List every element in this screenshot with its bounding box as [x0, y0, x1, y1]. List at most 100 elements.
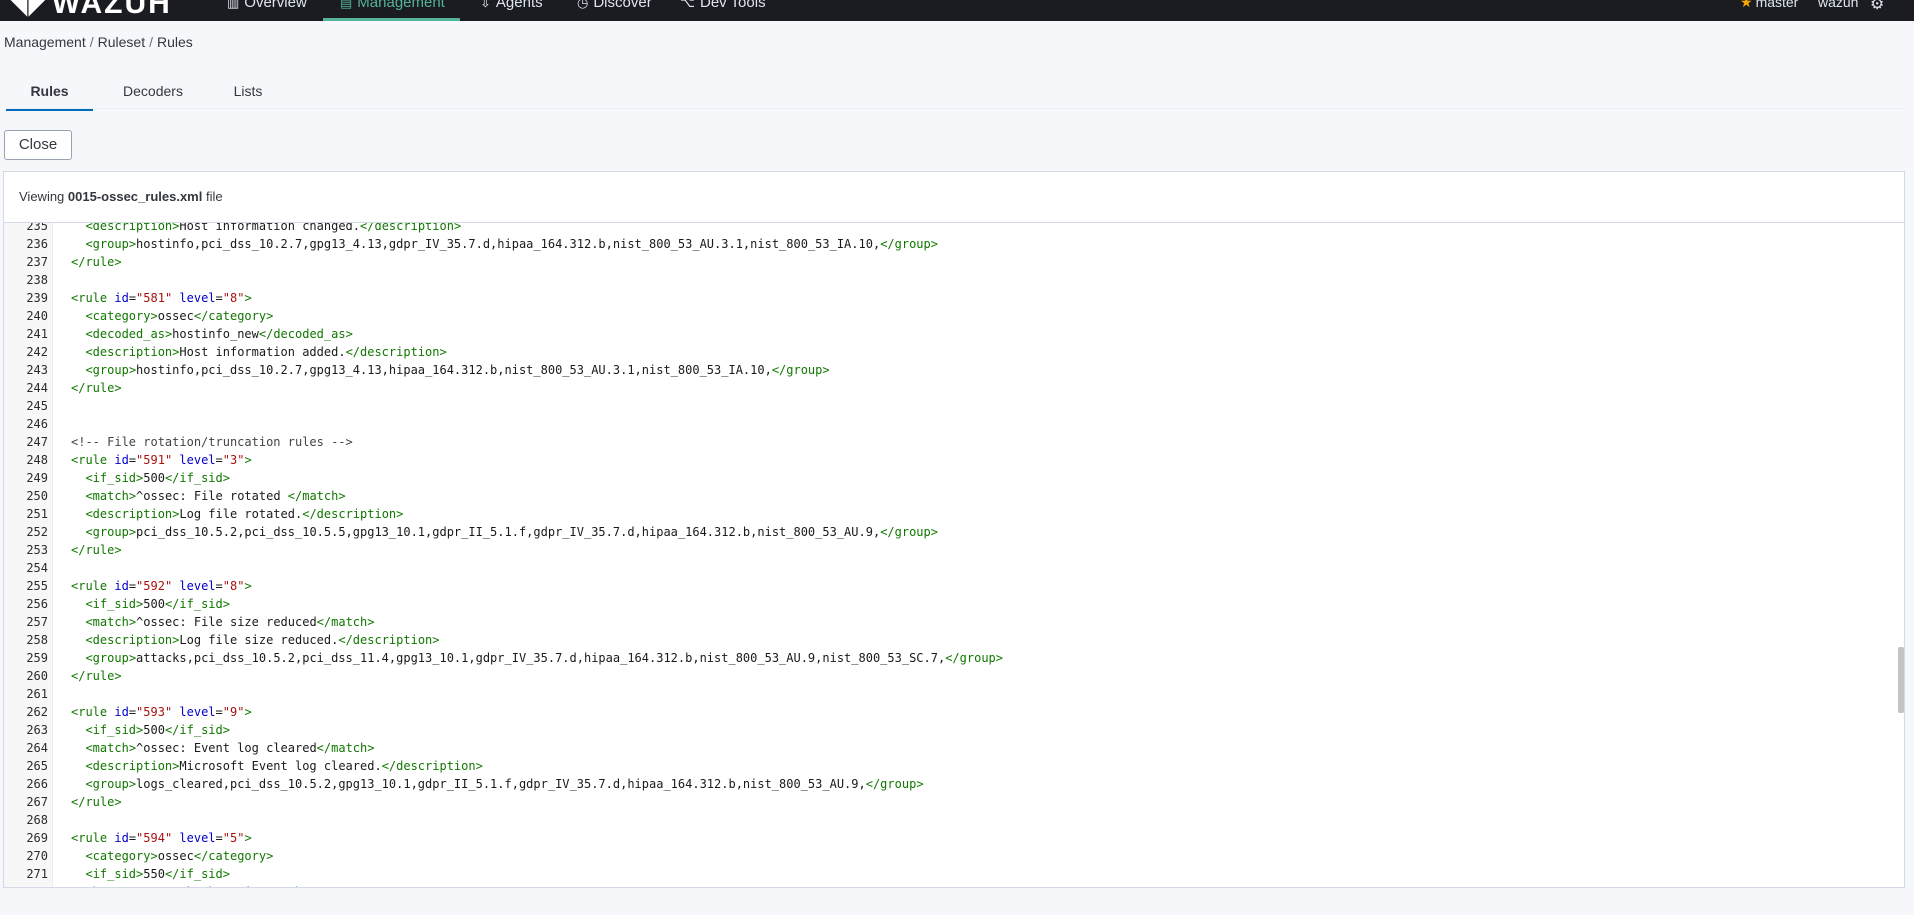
- code-text: <match>^ossec: Event log cleared</match>: [85, 741, 375, 755]
- code-text: <hostname>syscheck-registry</hostname>: [71, 883, 360, 887]
- code-line: 271 <if_sid>550</if_sid>: [4, 865, 1884, 883]
- line-number: 267: [26, 795, 48, 809]
- code-line: 249 <if_sid>500</if_sid>: [4, 469, 1884, 487]
- editor-scrollbar[interactable]: [1894, 223, 1904, 887]
- settings-icon[interactable]: ⚙: [1870, 0, 1884, 14]
- nav-item-management[interactable]: ▤ Management: [323, 0, 460, 21]
- code-line: 258 <description>Log file size reduced.<…: [4, 631, 1884, 649]
- line-number: 246: [26, 417, 48, 431]
- code-line: 241 <decoded_as>hostinfo_new</decoded_as…: [4, 325, 1884, 343]
- line-number: 265: [26, 759, 48, 773]
- file-viewer-header: Viewing 0015-ossec_rules.xml file: [4, 172, 1904, 223]
- code-lines: 235 <description>Host information change…: [4, 223, 1884, 887]
- code-line: 238: [4, 271, 1884, 289]
- code-text: <description>Log file size reduced.</des…: [85, 633, 440, 647]
- line-number: 255: [26, 579, 48, 593]
- line-number: 252: [26, 525, 48, 539]
- line-number: 261: [26, 687, 48, 701]
- code-line: 270 <category>ossec</category>: [4, 847, 1884, 865]
- top-navigation-bar: ◥◤ WAZUH ▥ Overview ▤ Management ⇩ Agents ◷ D…: [0, 0, 1914, 21]
- line-number: 258: [26, 633, 48, 647]
- code-line: 237 </rule>: [4, 253, 1884, 271]
- line-number: 270: [26, 849, 48, 863]
- code-line: 256 <if_sid>500</if_sid>: [4, 595, 1884, 613]
- code-line: 261: [4, 685, 1884, 703]
- code-line: 246: [4, 415, 1884, 433]
- nav-item-discover[interactable]: ◷ Discover: [577, 0, 652, 21]
- code-text: <group>hostinfo,pci_dss_10.2.7,gpg13_4.1…: [85, 363, 830, 377]
- breadcrumb-management[interactable]: Management: [4, 34, 86, 50]
- code-line: 254: [4, 559, 1884, 577]
- code-text: <description>Host information changed.</…: [85, 223, 462, 233]
- code-line: 267 </rule>: [4, 793, 1884, 811]
- file-viewer-panel: Viewing 0015-ossec_rules.xml file 235 <d…: [3, 171, 1905, 888]
- code-line: 243 <group>hostinfo,pci_dss_10.2.7,gpg13…: [4, 361, 1884, 379]
- nav-item-dev-tools[interactable]: ⌥ Dev Tools: [680, 0, 766, 21]
- app-logo[interactable]: ◥◤ WAZUH: [10, 0, 172, 21]
- code-line: 269 <rule id="594" level="5">: [4, 829, 1884, 847]
- code-line: 253 </rule>: [4, 541, 1884, 559]
- tabs-divider: [6, 108, 1906, 109]
- code-text: <group>logs_cleared,pci_dss_10.5.2,gpg13…: [85, 777, 924, 791]
- code-line: 245: [4, 397, 1884, 415]
- line-number: 260: [26, 669, 48, 683]
- line-number: 245: [26, 399, 48, 413]
- breadcrumb-ruleset[interactable]: Ruleset: [98, 34, 145, 50]
- code-text: </rule>: [71, 795, 122, 809]
- tab-rules[interactable]: Rules: [6, 77, 93, 111]
- line-number: 264: [26, 741, 48, 755]
- line-number: 242: [26, 345, 48, 359]
- dashboard-icon: ▥: [227, 0, 240, 10]
- nav-item-overview[interactable]: ▥ Overview: [227, 0, 307, 21]
- line-number: 237: [26, 255, 48, 269]
- breadcrumb-rules: Rules: [156, 34, 193, 50]
- dev-tools-icon: ⌥: [680, 0, 695, 10]
- line-number: 251: [26, 507, 48, 521]
- code-line: 250 <match>^ossec: File rotated </match>: [4, 487, 1884, 505]
- line-number: 247: [26, 435, 48, 449]
- nav-item-agents[interactable]: ⇩ Agents: [480, 0, 543, 21]
- line-number: 241: [26, 327, 48, 341]
- code-text: <decoded_as>hostinfo_new</decoded_as>: [85, 327, 353, 341]
- code-text: <match>^ossec: File rotated </match>: [85, 489, 346, 503]
- editor-scrollbar-thumb[interactable]: [1898, 647, 1904, 713]
- api-selector[interactable]: ★ master: [1740, 0, 1798, 11]
- agents-icon: ⇩: [480, 0, 491, 10]
- code-text: <rule id="593" level="9">: [71, 705, 252, 719]
- compass-icon: ◷: [577, 0, 589, 10]
- line-number: 257: [26, 615, 48, 629]
- code-line: 242 <description>Host information added.…: [4, 343, 1884, 361]
- code-line: 262 <rule id="593" level="9">: [4, 703, 1884, 721]
- code-text: <group>hostinfo,pci_dss_10.2.7,gpg13_4.1…: [85, 237, 938, 251]
- breadcrumb-separator: /: [149, 34, 153, 50]
- line-number: 238: [26, 273, 48, 287]
- line-number: 266: [26, 777, 48, 791]
- file-name: 0015-ossec_rules.xml: [67, 189, 203, 204]
- breadcrumb-separator: /: [89, 34, 94, 50]
- code-text: <if_sid>500</if_sid>: [85, 723, 230, 737]
- code-text: </rule>: [71, 255, 122, 269]
- code-editor[interactable]: 235 <description>Host information change…: [4, 223, 1904, 887]
- code-text: <if_sid>550</if_sid>: [85, 867, 230, 881]
- user-menu[interactable]: wazuh: [1818, 0, 1858, 10]
- line-number: 254: [26, 561, 48, 575]
- code-text: </rule>: [71, 543, 122, 557]
- line-number: 249: [26, 471, 48, 485]
- line-number: 243: [26, 363, 48, 377]
- code-line: 244 </rule>: [4, 379, 1884, 397]
- line-number: 272: [4, 883, 48, 887]
- code-line: 268: [4, 811, 1884, 829]
- code-line: 239 <rule id="581" level="8">: [4, 289, 1884, 307]
- breadcrumb: Management / Ruleset / Rules: [4, 34, 193, 50]
- code-line: 266 <group>logs_cleared,pci_dss_10.5.2,g…: [4, 775, 1884, 793]
- code-text: <description>Microsoft Event log cleared…: [85, 759, 483, 773]
- code-text: </rule>: [71, 381, 122, 395]
- tab-decoders[interactable]: Decoders: [103, 77, 203, 109]
- code-line: 236 <group>hostinfo,pci_dss_10.2.7,gpg13…: [4, 235, 1884, 253]
- line-number: 271: [26, 867, 48, 881]
- code-line: 251 <description>Log file rotated.</desc…: [4, 505, 1884, 523]
- tab-lists[interactable]: Lists: [214, 77, 282, 109]
- close-button[interactable]: Close: [4, 130, 72, 160]
- code-line: 235 <description>Host information change…: [4, 223, 1884, 235]
- code-text: <group>attacks,pci_dss_10.5.2,pci_dss_11…: [85, 651, 1004, 665]
